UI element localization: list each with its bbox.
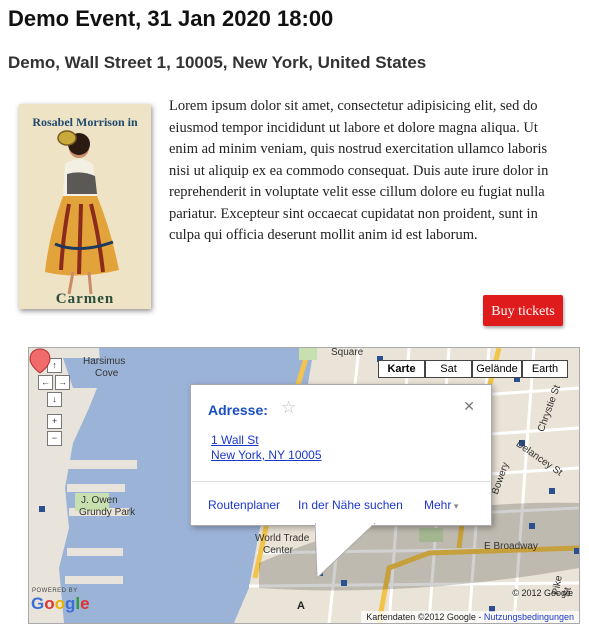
attribution-text: Kartendaten ©2012 Google xyxy=(366,612,476,622)
info-window-divider xyxy=(192,481,490,482)
map-label-square: Square xyxy=(331,347,364,358)
pan-left-button[interactable]: ← xyxy=(38,375,53,390)
poster-top-text: Rosabel Morrison in xyxy=(32,115,138,129)
map-label-e-broadway: E Broadway xyxy=(484,541,538,552)
search-nearby-link[interactable]: In der Nähe suchen xyxy=(298,498,403,512)
google-map[interactable]: Square Harsimus Cove J. Owen Grundy Park… xyxy=(28,347,580,624)
poster-bottom-text: Carmen xyxy=(56,291,115,307)
pan-down-button[interactable]: ↓ xyxy=(47,392,62,407)
address-line-1-link[interactable]: 1 Wall St xyxy=(211,433,259,447)
map-info-window: Adresse: ☆ ✕ 1 Wall St New York, NY 1000… xyxy=(190,384,492,526)
map-type-sat[interactable]: Sat xyxy=(425,360,472,378)
chevron-down-icon: ▾ xyxy=(451,501,459,511)
map-type-earth[interactable]: Earth xyxy=(522,360,568,378)
map-marker-a[interactable] xyxy=(29,348,51,374)
event-poster-image: Rosabel Morrison in Carmen xyxy=(19,104,151,309)
zoom-in-button[interactable]: + xyxy=(47,414,62,429)
star-icon[interactable]: ☆ xyxy=(281,398,296,418)
map-label-cove: Cove xyxy=(95,368,119,379)
map-label-harsimus: Harsimus xyxy=(83,356,126,367)
map-copyright: © 2012 Google xyxy=(512,588,573,598)
address-line-2-link[interactable]: New York, NY 10005 xyxy=(211,448,322,462)
map-label-j-owen: J. Owen xyxy=(81,495,118,506)
map-label-world-trade: World Trade xyxy=(255,533,310,544)
close-icon[interactable]: ✕ xyxy=(463,398,475,415)
terms-of-use-link[interactable]: Nutzungsbedingungen xyxy=(484,612,574,622)
more-label: Mehr xyxy=(424,498,452,512)
pan-right-button[interactable]: → xyxy=(55,375,70,390)
event-description: Lorem ipsum dolor sit amet, consectetur … xyxy=(169,98,549,243)
buy-tickets-button[interactable]: Buy tickets xyxy=(483,295,563,326)
map-label-grundy-park: Grundy Park xyxy=(79,507,136,518)
map-type-gelaende[interactable]: Gelände xyxy=(472,360,522,378)
event-title: Demo Event, 31 Jan 2020 18:00 xyxy=(8,6,334,31)
event-location: Demo, Wall Street 1, 10005, New York, Un… xyxy=(8,53,427,72)
info-window-tail xyxy=(315,523,376,580)
zoom-out-button[interactable]: − xyxy=(47,431,62,446)
more-menu-link[interactable]: Mehr ▾ xyxy=(424,498,458,512)
map-attribution: Kartendaten ©2012 Google - Nutzungsbedin… xyxy=(361,611,579,623)
google-logo[interactable]: Google xyxy=(31,594,90,614)
carmen-poster-illustration: Rosabel Morrison in Carmen xyxy=(19,104,151,309)
route-planner-link[interactable]: Routenplaner xyxy=(208,498,280,512)
map-label-center: Center xyxy=(263,545,294,556)
map-type-karte[interactable]: Karte xyxy=(378,360,425,378)
info-window-title: Adresse: xyxy=(208,402,268,418)
marker-label: A xyxy=(297,600,305,612)
